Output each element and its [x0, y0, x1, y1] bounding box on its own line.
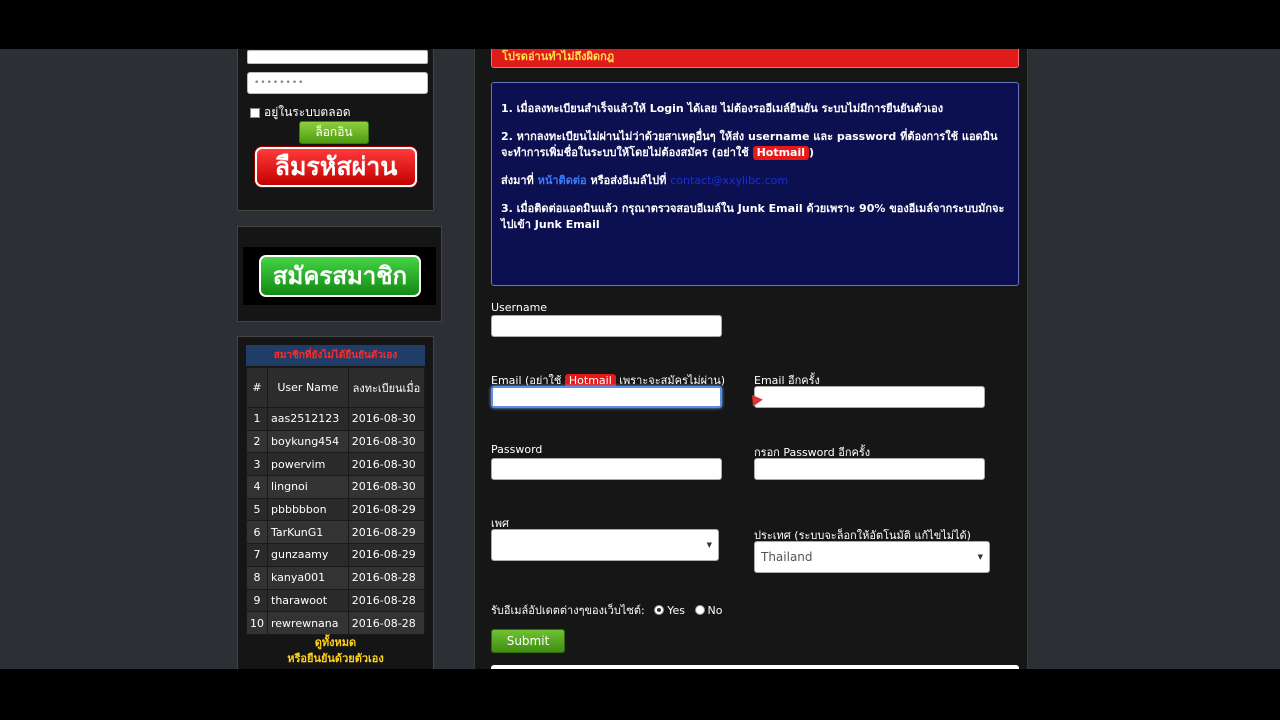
- table-row: 5 pbbbbbon 2016-08-29: [246, 497, 426, 522]
- contact-email-link[interactable]: contact@xxylibc.com: [670, 174, 788, 187]
- gender-select[interactable]: ▼: [491, 529, 719, 561]
- member-date: 2016-08-28: [347, 565, 426, 590]
- member-number: 3: [246, 452, 268, 477]
- password-login-input[interactable]: ••••••••: [247, 72, 428, 94]
- newsletter-yes-radio[interactable]: [654, 605, 665, 615]
- member-username: powervim: [267, 452, 349, 477]
- send-prefix: ส่งมาที่: [501, 174, 534, 187]
- member-username: rewrewnana: [267, 611, 349, 635]
- member-number: 9: [246, 588, 268, 613]
- letterbox-top: [0, 0, 1280, 49]
- member-date: 2016-08-29: [347, 497, 426, 522]
- member-username: tharawoot: [267, 588, 349, 613]
- view-all-line1: ดูทั้งหมด: [314, 636, 357, 649]
- member-username: TarKunG1: [267, 520, 349, 545]
- newsletter-no-radio[interactable]: [694, 605, 705, 615]
- table-row: 4 lingnoi 2016-08-30: [246, 475, 426, 499]
- member-date: 2016-08-28: [347, 588, 426, 613]
- submit-button[interactable]: Submit: [491, 629, 565, 653]
- page: •••••••• อยู่ในระบบตลอด ล็อกอิน ลืมรหัสผ…: [0, 49, 1280, 669]
- member-date: 2016-08-29: [347, 520, 426, 545]
- info-item-3: 3. เมื่อติดต่อแอดมินแล้ว กรุณาตรวจสอบอีเ…: [501, 202, 1005, 231]
- password-confirm-input[interactable]: [754, 458, 985, 480]
- contact-page-link[interactable]: หน้าติดต่อ: [538, 174, 587, 187]
- member-number: 10: [246, 611, 268, 635]
- warning-bar: โปรดอ่านทำไม่ถึงผิดกฎ: [491, 49, 1019, 68]
- member-number: 7: [246, 543, 268, 567]
- email-confirm-input[interactable]: [754, 386, 985, 408]
- username-login-input[interactable]: [247, 50, 428, 64]
- username-label: Username: [491, 301, 548, 314]
- chevron-down-icon: ▼: [977, 553, 983, 561]
- password-label: Password: [491, 443, 543, 456]
- info-item-2-end: ): [809, 146, 815, 159]
- member-username: gunzaamy: [267, 543, 349, 567]
- register-banner: สมัครสมาชิก: [243, 247, 436, 305]
- view-all-link[interactable]: ดูทั้งหมด หรือยืนยันด้วยตัวเอง: [246, 635, 425, 667]
- member-date: 2016-08-28: [347, 611, 426, 635]
- remember-checkbox[interactable]: [250, 107, 260, 118]
- table-row: 7 gunzaamy 2016-08-29: [246, 543, 426, 567]
- forgot-password-button[interactable]: ลืมรหัสผ่าน: [255, 147, 417, 187]
- table-row: 9 tharawoot 2016-08-28: [246, 588, 426, 613]
- member-number: 5: [246, 497, 268, 522]
- yes-label: Yes: [667, 604, 686, 617]
- login-box: •••••••• อยู่ในระบบตลอด ล็อกอิน ลืมรหัสผ…: [237, 49, 434, 211]
- table-row: 6 TarKunG1 2016-08-29: [246, 520, 426, 545]
- password-input[interactable]: [491, 458, 722, 480]
- email-input[interactable]: [491, 386, 722, 408]
- register-box: สมัครสมาชิก: [237, 226, 442, 322]
- member-date: 2016-08-29: [347, 543, 426, 567]
- table-row: 10 rewrewnana 2016-08-28: [246, 611, 426, 635]
- member-date: 2016-08-30: [347, 407, 426, 431]
- member-number: 1: [246, 407, 268, 431]
- member-username: kanya001: [267, 565, 349, 590]
- letterbox-bottom: [0, 669, 1280, 720]
- col-number: #: [246, 367, 268, 408]
- remember-me[interactable]: อยู่ในระบบตลอด: [250, 103, 351, 122]
- info-item-1: 1. เมื่อลงทะเบียนสำเร็จแล้วให้ Login ได้…: [501, 102, 944, 115]
- members-title: สมาชิกที่ยังไม่ได้ยืนยันตัวเอง: [246, 345, 425, 366]
- unverified-members-box: สมาชิกที่ยังไม่ได้ยืนยันตัวเอง # User Na…: [237, 336, 434, 669]
- no-label: No: [707, 604, 723, 617]
- col-registered: ลงทะเบียนเมื่อ: [347, 367, 426, 408]
- member-username: pbbbbbon: [267, 497, 349, 522]
- chevron-down-icon: ▼: [706, 541, 712, 549]
- member-number: 8: [246, 565, 268, 590]
- table-row: 1 aas2512123 2016-08-30: [246, 407, 426, 431]
- view-all-line2: หรือยืนยันด้วยตัวเอง: [287, 652, 384, 665]
- hotmail-badge: Hotmail: [752, 146, 810, 160]
- member-number: 6: [246, 520, 268, 545]
- member-date: 2016-08-30: [347, 429, 426, 454]
- info-box: 1. เมื่อลงทะเบียนสำเร็จแล้วให้ Login ได้…: [491, 82, 1019, 286]
- member-username: boykung454: [267, 429, 349, 454]
- member-date: 2016-08-30: [347, 452, 426, 477]
- table-row: 3 powervim 2016-08-30: [246, 452, 426, 477]
- info-item-2-text: 2. หากลงทะเบียนไม่ผ่านไม่ว่าด้วยสาเหตุอื…: [501, 130, 998, 159]
- newsletter-row: รับอีเมล์อัปเดตต่างๆของเว็บไซต์: Yes No: [491, 601, 722, 619]
- remember-label: อยู่ในระบบตลอด: [264, 105, 351, 119]
- table-row: 2 boykung454 2016-08-30: [246, 429, 426, 454]
- member-date: 2016-08-30: [347, 475, 426, 499]
- login-button[interactable]: ล็อกอิน: [299, 121, 369, 144]
- country-value: Thailand: [761, 550, 813, 564]
- newsletter-label: รับอีเมล์อัปเดตต่างๆของเว็บไซต์:: [491, 604, 645, 617]
- table-row: 8 kanya001 2016-08-28: [246, 565, 426, 590]
- members-table: # User Name ลงทะเบียนเมื่อ 1 aas2512123 20…: [246, 367, 426, 635]
- info-item-2: 2. หากลงทะเบียนไม่ผ่านไม่ว่าด้วยสาเหตุอื…: [501, 129, 1009, 161]
- send-mid: หรือส่งอีเมล์ไปที่: [590, 174, 667, 187]
- member-number: 4: [246, 475, 268, 499]
- member-username: aas2512123: [267, 407, 349, 431]
- info-send: ส่งมาที่ หน้าติดต่อ หรือส่งอีเมล์ไปที่ c…: [501, 173, 1009, 189]
- col-username: User Name: [267, 367, 349, 408]
- member-number: 2: [246, 429, 268, 454]
- country-select[interactable]: Thailand ▼: [754, 541, 990, 573]
- main-column: โปรดอ่านทำไม่ถึงผิดกฎ 1. เมื่อลงทะเบียนส…: [474, 49, 1028, 669]
- register-button[interactable]: สมัครสมาชิก: [259, 255, 421, 297]
- username-input[interactable]: [491, 315, 722, 337]
- member-username: lingnoi: [267, 475, 349, 499]
